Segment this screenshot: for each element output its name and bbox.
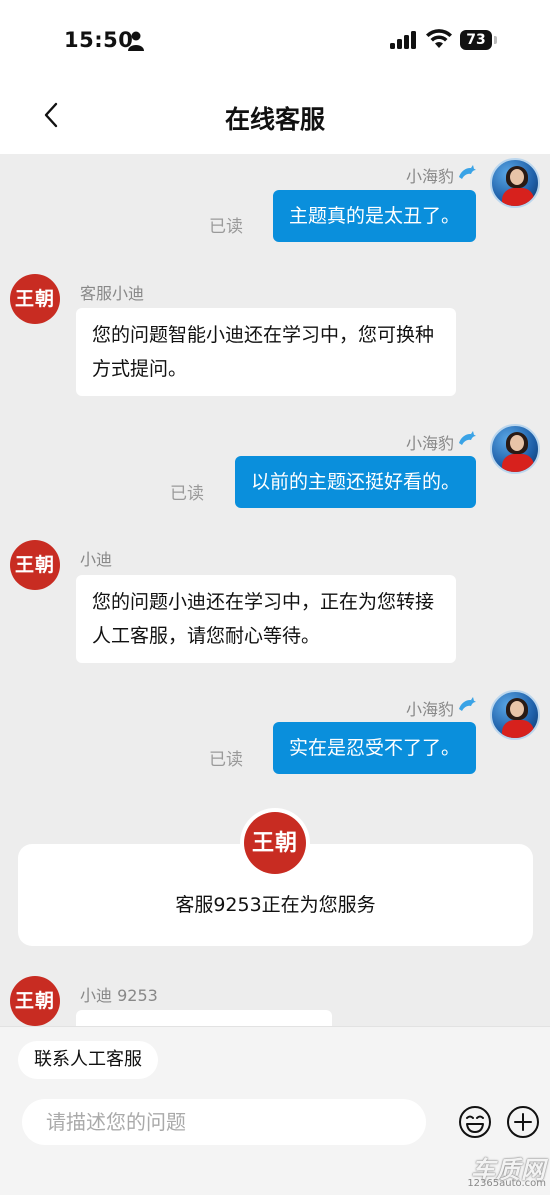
read-status: 已读 xyxy=(209,217,243,237)
chat-area[interactable]: 小海豹 主题真的是太丑了。 已读 王朝 客服小迪 您的问题智能小迪还在学习中，您… xyxy=(0,154,550,1026)
bot-avatar[interactable]: 王朝 xyxy=(10,976,60,1026)
dolphin-icon xyxy=(459,165,476,179)
message-sender: 小海豹 xyxy=(405,700,454,719)
message-sender: 小海豹 xyxy=(405,167,454,186)
bot-avatar[interactable]: 王朝 xyxy=(10,274,60,324)
plus-icon[interactable] xyxy=(506,1105,540,1139)
wifi-icon xyxy=(426,29,452,48)
message-sender: 小海豹 xyxy=(405,434,454,453)
back-icon[interactable] xyxy=(36,98,70,132)
page-title: 在线客服 xyxy=(224,105,325,134)
status-time: 15:50 xyxy=(64,28,134,52)
watermark-url: 12365auto.com xyxy=(467,1178,546,1189)
read-status: 已读 xyxy=(209,750,243,770)
person-icon xyxy=(128,31,144,51)
service-logo: 王朝 xyxy=(240,808,310,878)
user-message-bubble[interactable]: 实在是忍受不了了。 xyxy=(272,722,476,774)
dolphin-icon xyxy=(459,697,476,711)
read-status: 已读 xyxy=(170,484,204,504)
message-sender: 小迪 xyxy=(80,550,113,569)
user-avatar[interactable] xyxy=(490,690,540,740)
user-avatar[interactable] xyxy=(490,158,540,208)
battery-cap xyxy=(494,36,497,44)
user-avatar[interactable] xyxy=(490,424,540,474)
bot-message-bubble[interactable]: 您的问题小迪还在学习中，正在为您转接人工客服，请您耐心等待。 xyxy=(76,575,456,663)
battery-level: 73 xyxy=(466,32,486,48)
bot-message-bubble[interactable]: 您的问题智能小迪还在学习中，您可换种方式提问。 xyxy=(76,308,456,396)
cellular-signal-icon xyxy=(390,31,416,49)
status-bar: 15:50 73 xyxy=(0,0,550,82)
nav-bar: 在线客服 xyxy=(0,82,550,154)
dolphin-icon xyxy=(459,431,476,445)
user-message-bubble[interactable]: 主题真的是太丑了。 xyxy=(272,190,476,242)
battery-icon: 73 xyxy=(460,30,492,50)
message-sender: 客服小迪 xyxy=(80,284,145,303)
service-notice-text: 客服9253正在为您服务 xyxy=(175,894,376,916)
user-message-bubble[interactable]: 以前的主题还挺好看的。 xyxy=(234,456,476,508)
watermark: 车质网 12365auto.com xyxy=(462,1148,548,1192)
message-sender: 小迪 9253 xyxy=(80,986,158,1005)
bot-avatar[interactable]: 王朝 xyxy=(10,540,60,590)
message-input[interactable] xyxy=(22,1099,426,1145)
bot-message-bubble[interactable] xyxy=(76,1010,332,1026)
emoji-icon[interactable] xyxy=(458,1105,492,1139)
service-logo-text: 王朝 xyxy=(244,812,306,874)
contact-agent-button[interactable]: 联系人工客服 xyxy=(18,1041,158,1079)
